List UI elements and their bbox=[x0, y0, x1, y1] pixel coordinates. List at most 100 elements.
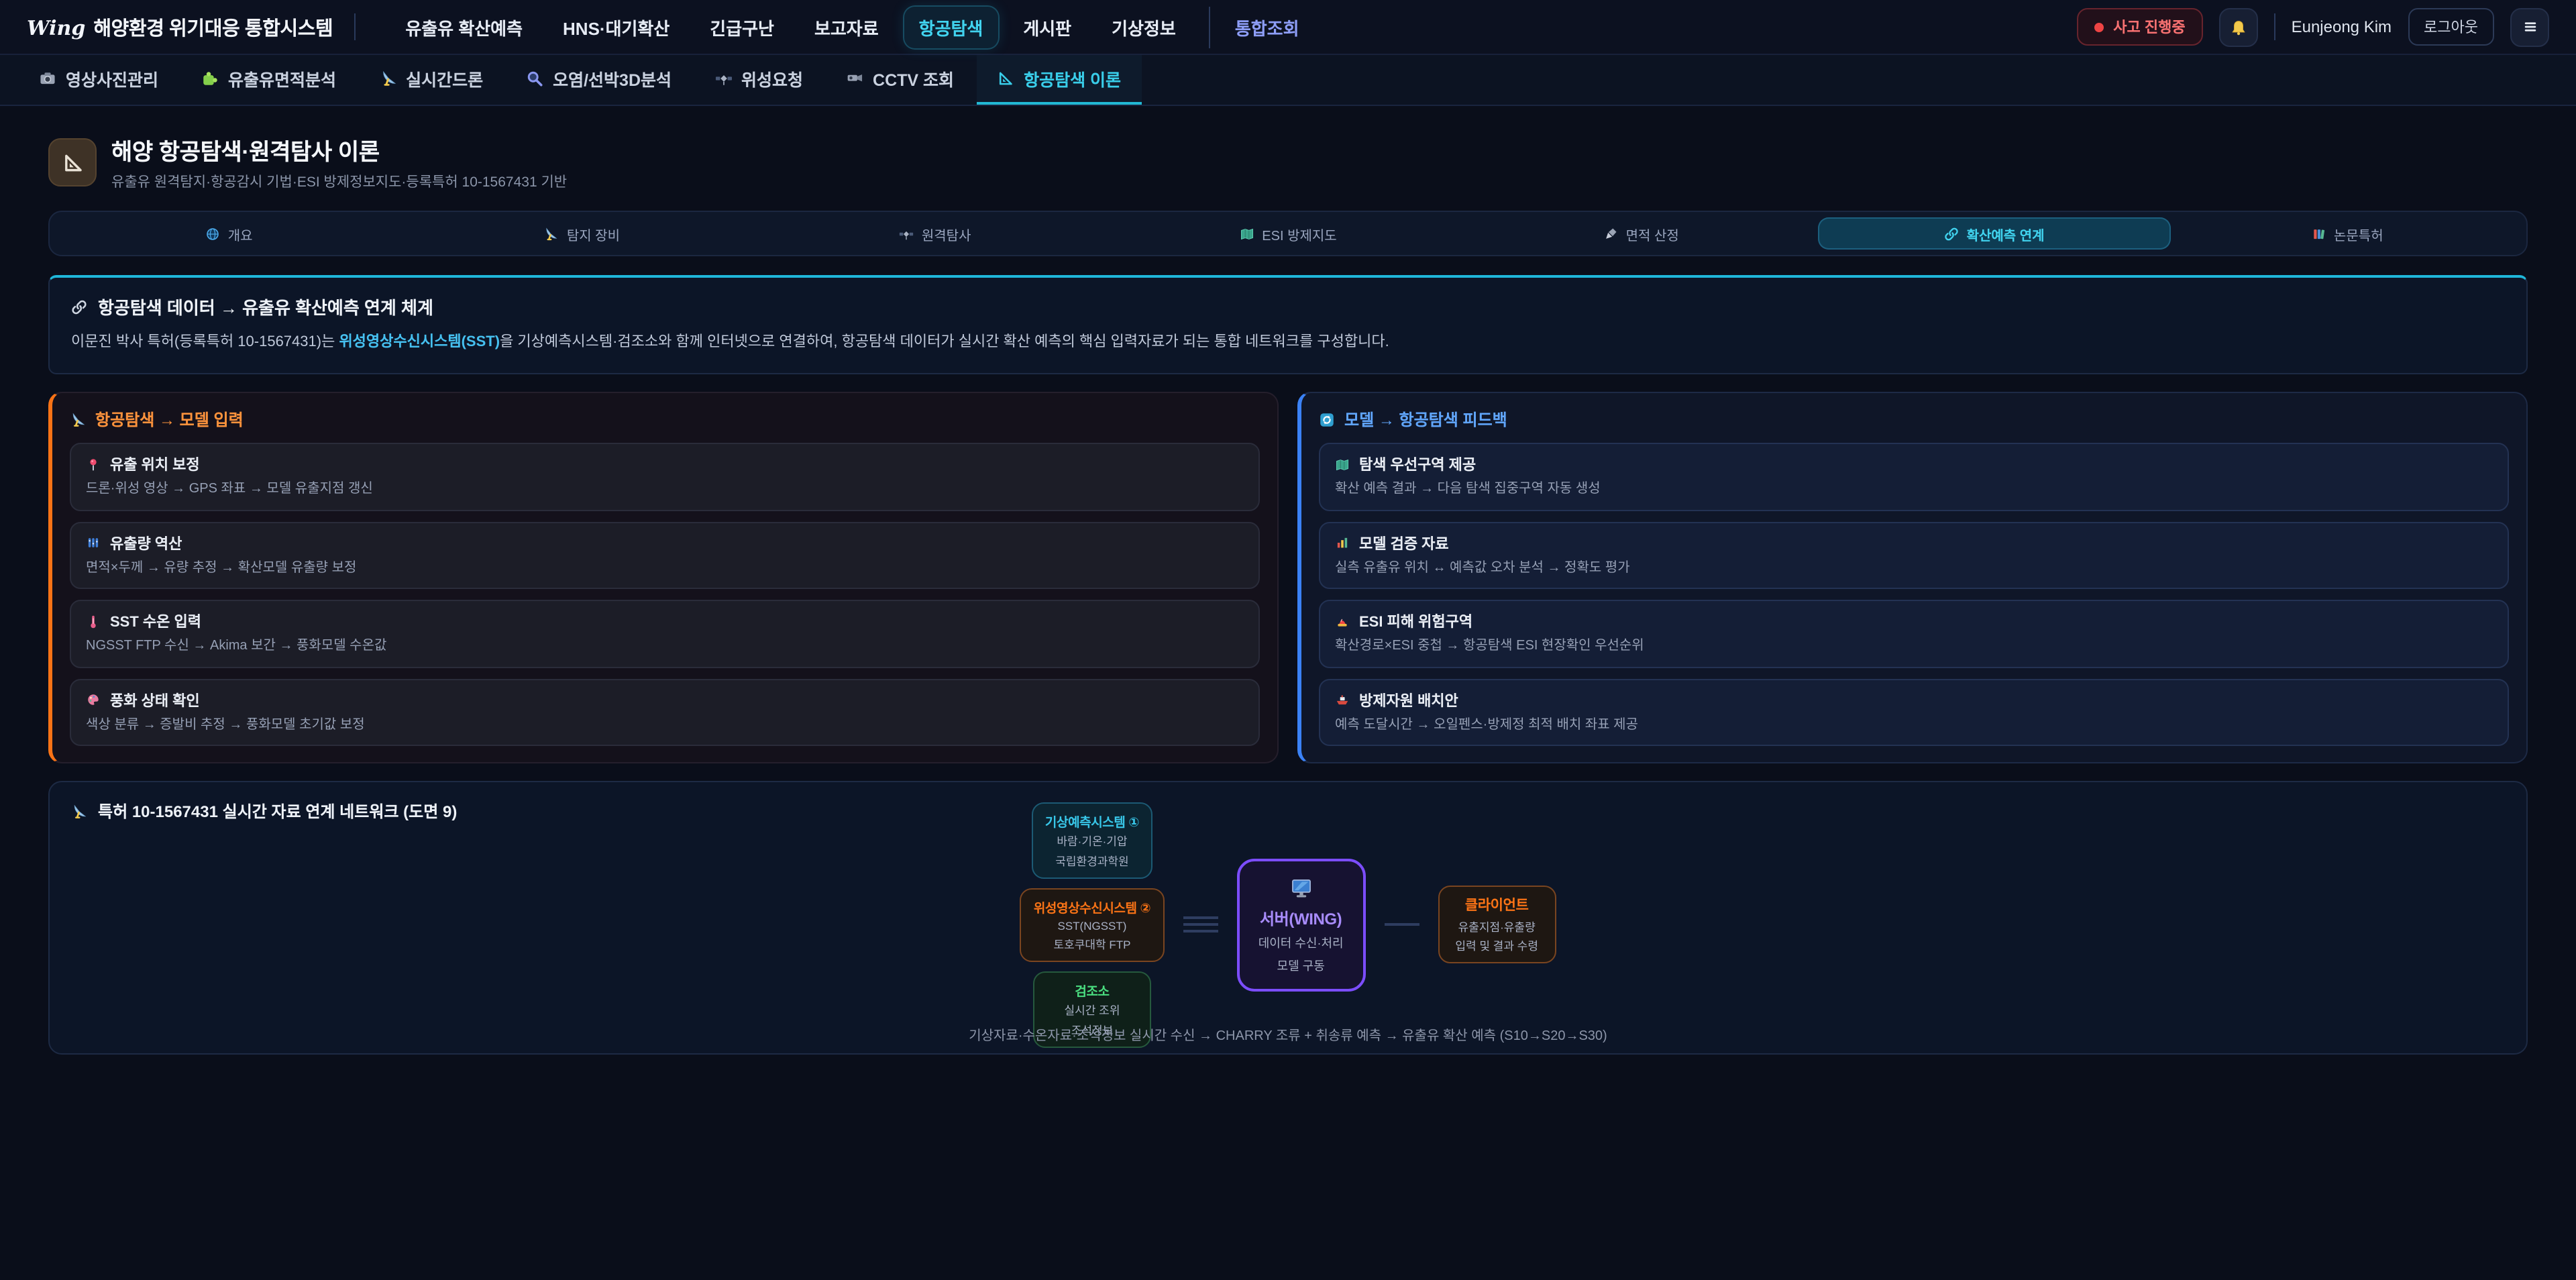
tab-papers-patents[interactable]: 논문특허 bbox=[2171, 217, 2524, 250]
bell-icon bbox=[2230, 18, 2247, 36]
nav-item-weather-info[interactable]: 기상정보 bbox=[1097, 6, 1191, 48]
node-title: 클라이언트 bbox=[1451, 895, 1542, 915]
flow-item-desc: 색상 분류 → 증발비 추정 → 풍화모델 초기값 보정 bbox=[86, 716, 1244, 734]
section-tab-bar: 개요 탐지 장비 원격탐사 ESI 방제지도 면적 산정 확산예측 연계 bbox=[48, 211, 2528, 256]
satellite-dish-icon bbox=[71, 803, 87, 819]
sst-highlight-link[interactable]: 위성영상수신시스템(SST) bbox=[339, 334, 500, 350]
abacus-icon bbox=[86, 535, 101, 550]
linkage-heading-text: 항공탐색 데이터 → 유출유 확산예측 연계 체계 bbox=[98, 294, 433, 319]
subnav-item-cctv[interactable]: CCTV 조회 bbox=[826, 55, 974, 105]
magnifier-icon bbox=[526, 70, 543, 87]
network-diagram: 기상예측시스템 ① 바람·기온·기압 국립환경과학원 위성영상수신시스템 ② S… bbox=[71, 836, 2505, 1013]
flow-item-desc: 면적×두께 → 유량 추정 → 확산모델 유출량 보정 bbox=[86, 559, 1244, 577]
card-right-title: 모델 → 항공탐색 피드백 bbox=[1344, 408, 1507, 431]
network-panel-title: 특허 10-1567431 실시간 자료 연계 네트워크 (도면 9) bbox=[98, 800, 457, 822]
tab-esi-map[interactable]: ESI 방제지도 bbox=[1112, 217, 1464, 250]
subnav-item-satellite-request[interactable]: 위성요청 bbox=[694, 55, 823, 105]
node-line: 입력 및 결과 수령 bbox=[1451, 938, 1542, 954]
logo-title: 해양환경 위기대응 통합시스템 bbox=[93, 13, 333, 41]
incident-dot-icon bbox=[2094, 22, 2104, 32]
subnav-label: 항공탐색 이론 bbox=[1024, 66, 1121, 91]
tab-detection-equipment[interactable]: 탐지 장비 bbox=[405, 217, 758, 250]
tab-area-calculation[interactable]: 면적 산정 bbox=[1464, 217, 1817, 250]
flow-item-title: ESI 피해 위험구역 bbox=[1359, 610, 1472, 632]
puzzle-icon bbox=[201, 70, 219, 87]
nav-item-board[interactable]: 게시판 bbox=[1008, 6, 1086, 48]
flow-item-sst-input: SST 수온 입력 NGSST FTP 수신 → Akima 보간 → 풍화모델… bbox=[70, 600, 1260, 668]
satellite-dish-icon bbox=[70, 411, 86, 427]
card-left-header: 항공탐색 → 모델 입력 bbox=[70, 408, 1260, 431]
refresh-icon bbox=[1319, 411, 1335, 427]
node-line: 토호쿠대학 FTP bbox=[1034, 936, 1150, 952]
satellite-dish-icon bbox=[379, 70, 396, 87]
divider bbox=[354, 13, 356, 40]
ruler-icon bbox=[61, 151, 84, 174]
nav-item-hns-diffusion[interactable]: HNS·대기확산 bbox=[548, 6, 684, 48]
node-line: 데이터 수신·처리 bbox=[1256, 934, 1345, 951]
patent-network-panel: 특허 10-1567431 실시간 자료 연계 네트워크 (도면 9) 기상예측… bbox=[48, 781, 2528, 1055]
link-icon bbox=[1944, 226, 1959, 241]
nav-item-aerial-search[interactable]: 항공탐색 bbox=[904, 6, 998, 48]
monitor-icon bbox=[1289, 875, 1313, 900]
nav-item-emergency-rescue[interactable]: 긴급구난 bbox=[695, 6, 789, 48]
node-title: 검조소 bbox=[1046, 980, 1138, 999]
flow-item-spill-location: 유출 위치 보정 드론·위성 영상 → GPS 좌표 → 모델 유출지점 갱신 bbox=[70, 443, 1260, 511]
node-line: 유출지점·유출량 bbox=[1451, 918, 1542, 935]
flow-item-title-row: 풍화 상태 확인 bbox=[86, 689, 1244, 710]
notifications-button[interactable] bbox=[2219, 7, 2258, 46]
network-caption: 기상자료·수온자료·조석정보 실시간 수신 → CHARRY 조류 + 취송류 … bbox=[71, 1024, 2505, 1044]
subnav-item-image-photo-management[interactable]: 영상사진관리 bbox=[19, 55, 178, 105]
node-title: 서버(WING) bbox=[1256, 906, 1345, 929]
books-icon bbox=[2311, 226, 2326, 241]
tab-remote-sensing[interactable]: 원격탐사 bbox=[759, 217, 1112, 250]
tab-label: 논문특허 bbox=[2334, 223, 2383, 244]
flow-item-title-row: 유출 위치 보정 bbox=[86, 454, 1244, 475]
thermometer-icon bbox=[86, 614, 101, 629]
map-icon bbox=[1239, 226, 1254, 241]
palette-icon bbox=[86, 692, 101, 707]
menu-button[interactable] bbox=[2510, 7, 2549, 46]
flow-item-model-validation: 모델 검증 자료 실측 유출유 위치 ↔ 예측값 오차 분석 → 정확도 평가 bbox=[1319, 521, 2509, 589]
page-title-row: 해양 항공탐색·원격탐사 이론 유출유 원격탐지·항공감시 기법·ESI 방제정… bbox=[48, 133, 2528, 192]
nav-item-reports[interactable]: 보고자료 bbox=[800, 6, 894, 48]
top-navigation-bar: Wing 해양환경 위기대응 통합시스템 유출유 확산예측 HNS·대기확산 긴… bbox=[0, 0, 2576, 55]
subnav-item-realtime-drone[interactable]: 실시간드론 bbox=[359, 55, 503, 105]
siren-icon bbox=[1335, 614, 1350, 629]
tab-prediction-linkage[interactable]: 확산예측 연계 bbox=[1817, 217, 2170, 250]
node-line: 모델 구동 bbox=[1256, 956, 1345, 973]
nav-item-oil-spill-prediction[interactable]: 유출유 확산예측 bbox=[390, 6, 537, 48]
flow-item-title-row: 방제자원 배치안 bbox=[1335, 689, 2493, 710]
main-content: 해양 항공탐색·원격탐사 이론 유출유 원격탐지·항공감시 기법·ESI 방제정… bbox=[0, 106, 2576, 1055]
tab-overview[interactable]: 개요 bbox=[52, 217, 405, 250]
subnav-label: 위성요청 bbox=[741, 66, 803, 91]
node-client: 클라이언트 유출지점·유출량 입력 및 결과 수령 bbox=[1438, 886, 1556, 963]
incident-status-label: 사고 진행중 bbox=[2113, 16, 2185, 38]
flow-item-title: 유출 위치 보정 bbox=[110, 454, 200, 475]
app-window: Wing 해양환경 위기대응 통합시스템 유출유 확산예측 HNS·대기확산 긴… bbox=[0, 0, 2576, 1280]
app-logo[interactable]: Wing 해양환경 위기대응 통합시스템 bbox=[27, 13, 333, 41]
flow-item-title-row: 모델 검증 자료 bbox=[1335, 532, 2493, 553]
subnav-label: 실시간드론 bbox=[406, 66, 483, 91]
barchart-icon bbox=[1335, 535, 1350, 550]
subnav-item-pollution-ship-3d[interactable]: 오염/선박3D분석 bbox=[506, 55, 692, 105]
subnav-item-aerial-search-theory[interactable]: 항공탐색 이론 bbox=[977, 55, 1141, 105]
node-title: 기상예측시스템 ① bbox=[1045, 811, 1139, 830]
linkage-panel-body: 이문진 박사 특허(등록특허 10-1567431)는 위성영상수신시스템(SS… bbox=[71, 331, 2505, 354]
pen-icon bbox=[1603, 226, 1618, 241]
logout-button[interactable]: 로그아웃 bbox=[2408, 8, 2494, 46]
flow-item-desc: 확산 예측 결과 → 다음 탐색 집중구역 자동 생성 bbox=[1335, 480, 2493, 498]
cctv-icon bbox=[846, 70, 863, 87]
satellite-dish-icon bbox=[544, 226, 559, 241]
main-menu: 유출유 확산예측 HNS·대기확산 긴급구난 보고자료 항공탐색 게시판 기상정… bbox=[390, 6, 1313, 48]
ship-icon bbox=[1335, 692, 1350, 707]
flow-item-desc: 실측 유출유 위치 ↔ 예측값 오차 분석 → 정확도 평가 bbox=[1335, 559, 2493, 577]
tab-label: 면적 산정 bbox=[1626, 223, 1679, 244]
subnav-item-oil-area-analysis[interactable]: 유출유면적분석 bbox=[181, 55, 356, 105]
node-line: 국립환경과학원 bbox=[1045, 853, 1139, 869]
subnav-label: 영상사진관리 bbox=[66, 66, 158, 91]
flow-item-title: 탐색 우선구역 제공 bbox=[1359, 454, 1476, 475]
nav-item-integrated-search[interactable]: 통합조회 bbox=[1210, 6, 1314, 48]
divider bbox=[2274, 13, 2275, 40]
subnav-label: CCTV 조회 bbox=[873, 66, 954, 91]
node-title: 위성영상수신시스템 ② bbox=[1034, 897, 1150, 916]
